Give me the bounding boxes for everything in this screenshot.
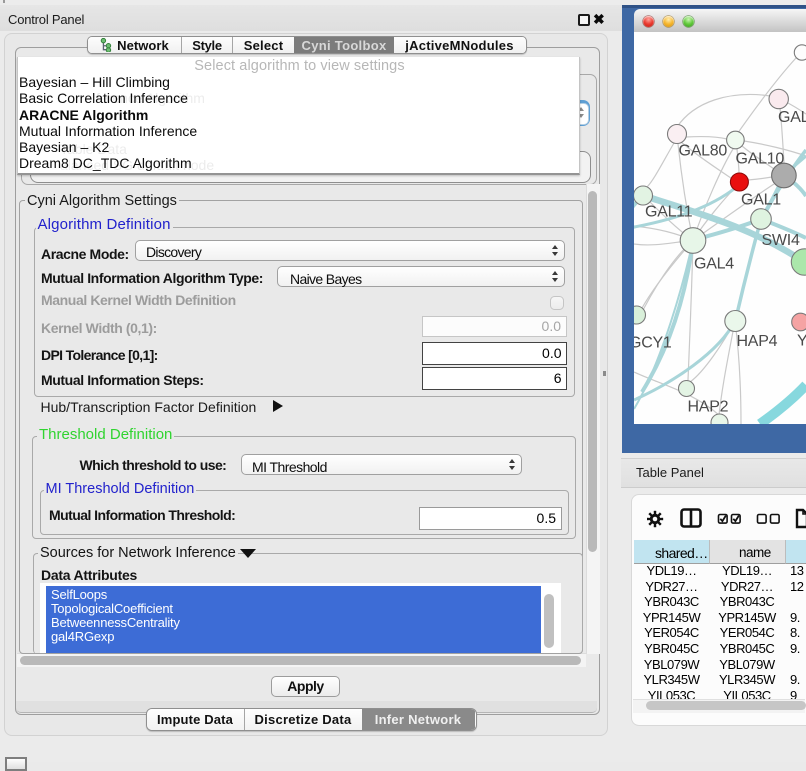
svg-text:HAP4: HAP4: [737, 333, 778, 350]
svg-text:GAL80: GAL80: [679, 143, 728, 160]
svg-text:SWI4: SWI4: [762, 232, 800, 249]
svg-text:GAL1: GAL1: [741, 191, 781, 208]
svg-text:GAL10: GAL10: [736, 151, 785, 168]
svg-text:GCY1: GCY1: [634, 334, 672, 351]
svg-text:GAL4: GAL4: [694, 255, 734, 272]
svg-text:GAL11: GAL11: [645, 203, 693, 220]
svg-text:HAP2: HAP2: [688, 398, 729, 415]
svg-text:Y: Y: [797, 333, 806, 350]
svg-text:GAL: GAL: [778, 109, 806, 126]
